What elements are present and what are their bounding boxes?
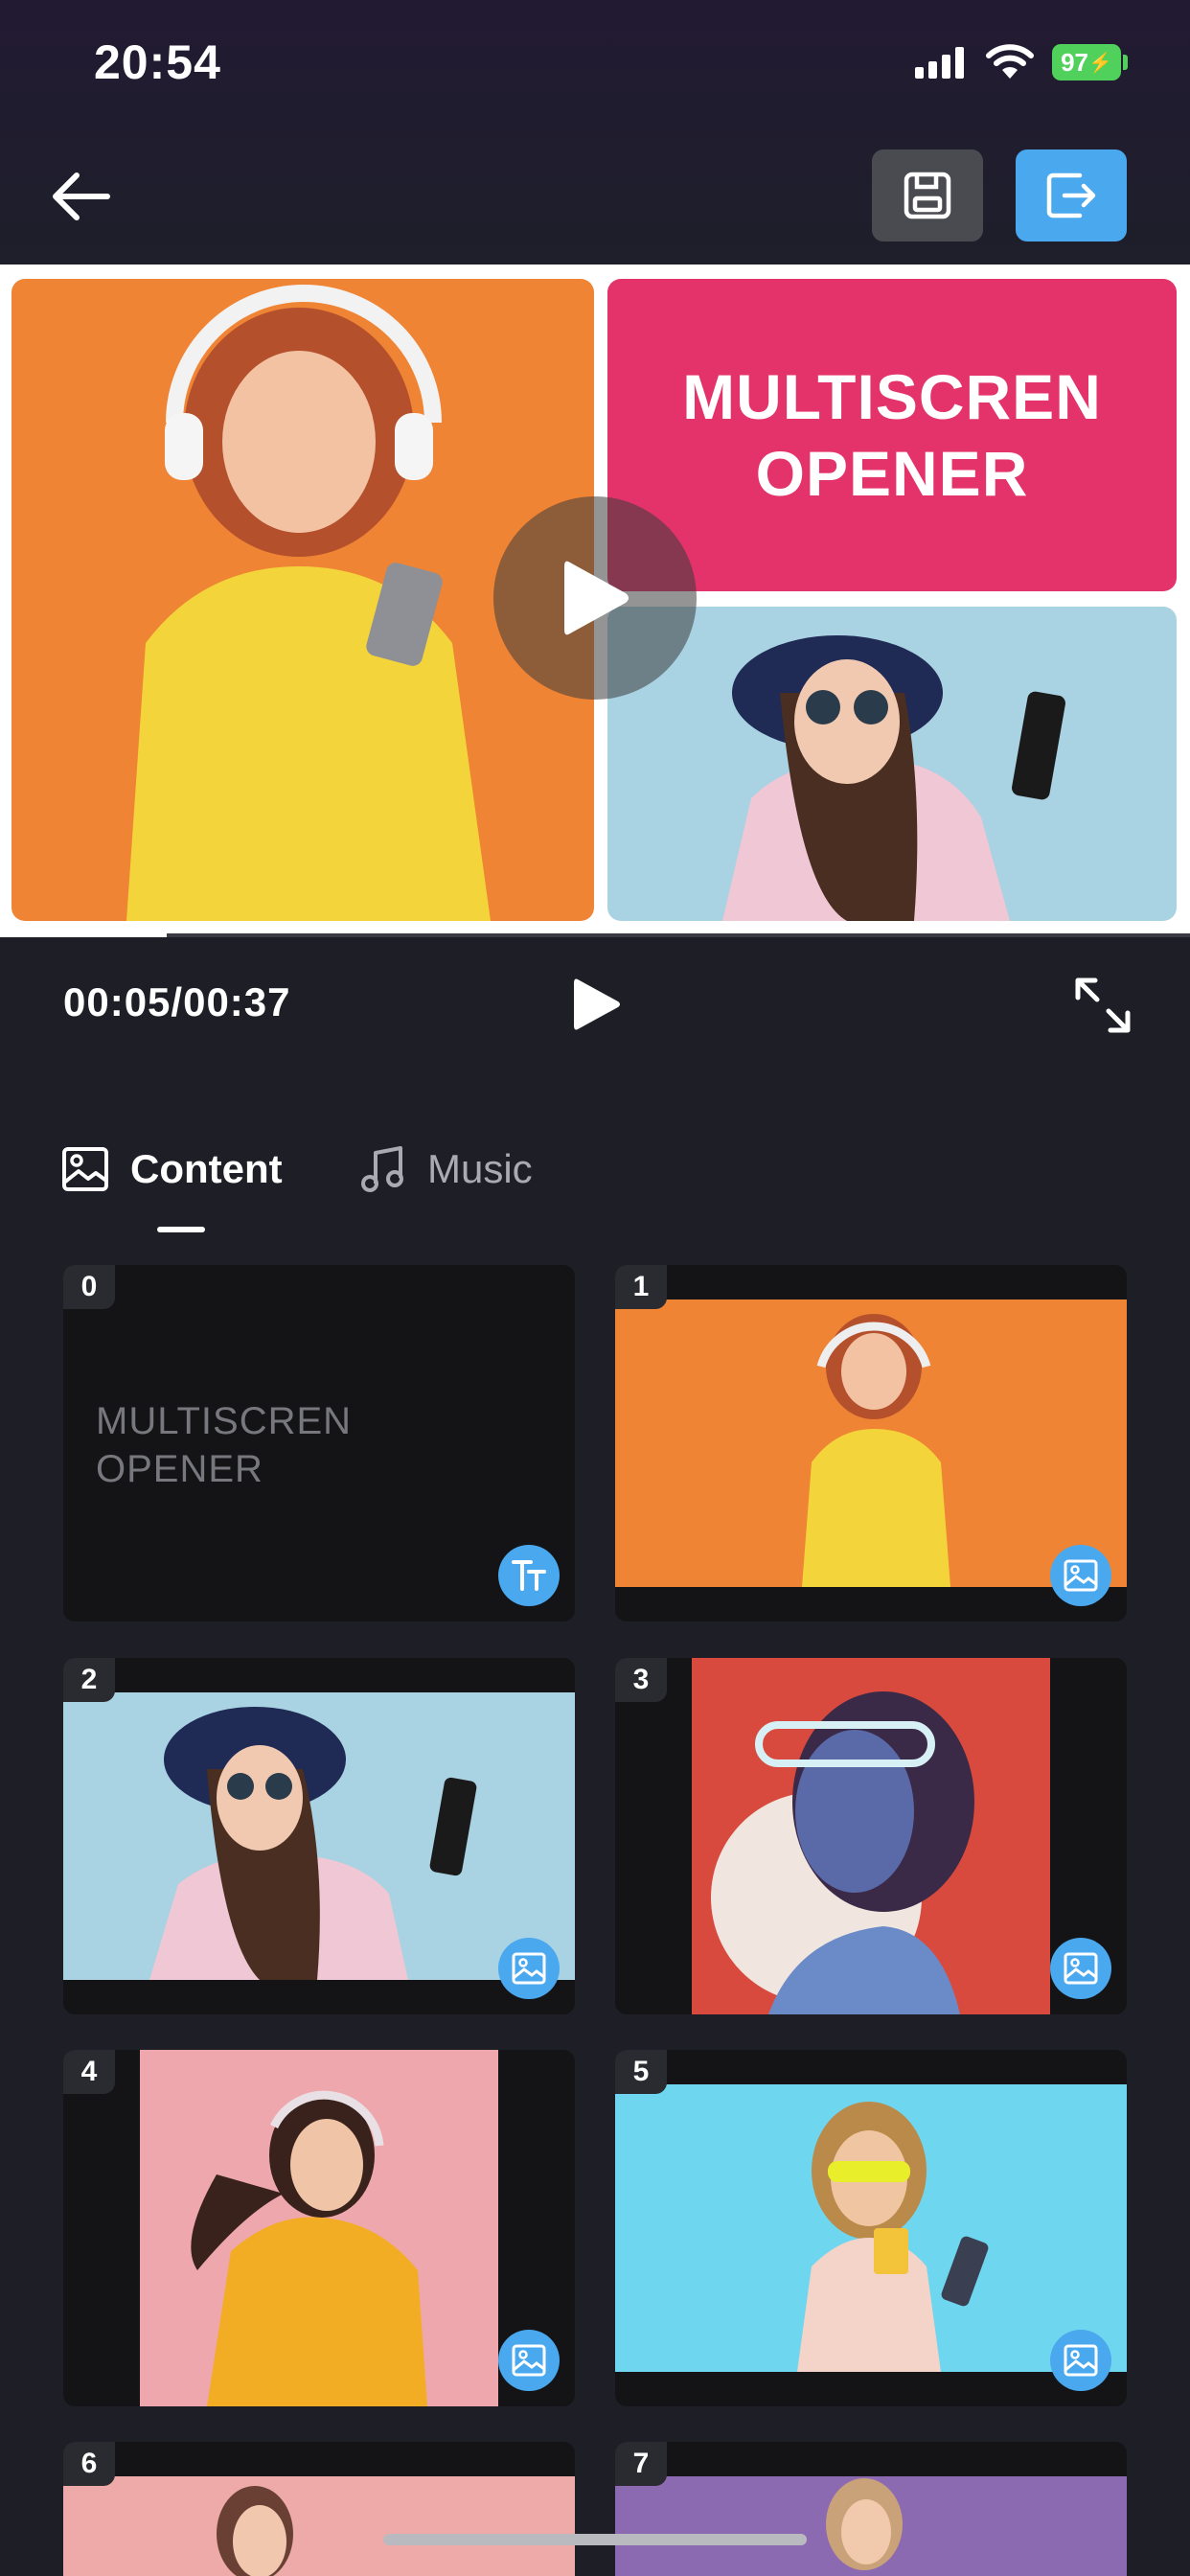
preview-title-card: MULTISCREN OPENER [607,279,1177,591]
image-badge [498,1938,560,1999]
image-badge [1050,1938,1111,1999]
playback-progress-track[interactable] [0,933,1190,937]
tab-music-label: Music [427,1146,533,1191]
item-thumbnail [615,2476,1127,2576]
fullscreen-button[interactable] [1069,974,1136,1037]
content-item-image[interactable]: 1 [615,1265,1127,1622]
item-thumbnail [140,2050,498,2406]
image-icon [512,2344,546,2377]
content-item-image[interactable]: 2 [63,1658,575,2014]
item-thumbnail [615,1300,1127,1587]
play-icon [574,978,620,1030]
battery-indicator: 97 ⚡ [1052,44,1121,80]
playback-timecode: 00:05/00:37 [63,979,291,1024]
preview-title-line2: OPENER [755,438,1029,509]
item-index: 1 [615,1265,667,1309]
text-badge [498,1545,560,1606]
active-tab-indicator [157,1227,205,1232]
save-button[interactable] [872,150,983,242]
item-index: 2 [63,1658,115,1702]
wifi-icon [986,44,1034,79]
export-icon [1046,172,1096,218]
playback-progress-fill [0,933,167,937]
battery-cap [1123,55,1128,70]
tab-content[interactable]: Content [61,1140,283,1198]
home-indicator [383,2534,807,2545]
image-icon [1064,2344,1098,2377]
content-item-image[interactable]: 7 [615,2442,1127,2576]
preview-photo-selfie-woman [607,607,1177,921]
video-preview[interactable]: MULTISCREN OPENER [0,264,1190,935]
content-item-image[interactable]: 4 [63,2050,575,2406]
item-text-line1: MULTISCREN [96,1400,353,1442]
image-icon [512,1952,546,1985]
content-item-text[interactable]: 0 MULTISCREN OPENER [63,1265,575,1622]
item-index: 4 [63,2050,115,2094]
item-index: 3 [615,1658,667,1702]
content-item-image[interactable]: 5 [615,2050,1127,2406]
preview-title-line1: MULTISCREN [682,361,1102,432]
battery-level: 97 [1061,47,1088,77]
item-index: 7 [615,2442,667,2486]
item-text-line2: OPENER [96,1448,263,1490]
item-thumbnail [615,2084,1127,2372]
floppy-disk-icon [904,172,951,219]
tab-content-label: Content [130,1146,283,1191]
image-badge [498,2330,560,2391]
item-text-preview: MULTISCREN OPENER [96,1397,352,1493]
item-index: 6 [63,2442,115,2486]
text-icon [512,1560,546,1591]
play-button[interactable] [563,974,629,1035]
image-icon [1064,1952,1098,1985]
image-badge [1050,2330,1111,2391]
cellular-signal-icon [915,46,964,79]
export-button[interactable] [1016,150,1127,242]
image-icon [1064,1559,1098,1592]
item-thumbnail [63,1692,575,1980]
content-item-image[interactable]: 3 [615,1658,1127,2014]
status-time: 20:54 [94,35,221,89]
item-index: 0 [63,1265,115,1309]
music-note-icon [361,1146,403,1192]
content-item-image[interactable]: 6 [63,2442,575,2576]
item-thumbnail [692,1658,1050,2014]
image-icon [62,1147,108,1191]
play-icon [564,561,629,635]
image-badge [1050,1545,1111,1606]
item-thumbnail [63,2476,575,2576]
tab-music[interactable]: Music [360,1140,533,1198]
expand-icon [1075,978,1131,1033]
arrow-left-icon [53,172,110,220]
item-index: 5 [615,2050,667,2094]
preview-play-button[interactable] [493,496,697,700]
back-button[interactable] [38,158,121,235]
